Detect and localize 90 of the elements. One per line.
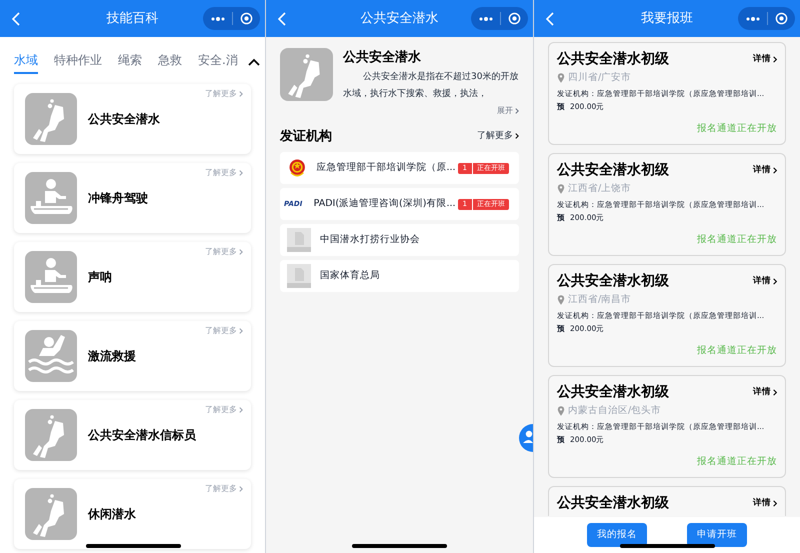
org-name: PADI(派迪管理咨询(深圳)有限... bbox=[314, 196, 456, 211]
category-tab[interactable]: 绳索 bbox=[118, 50, 142, 74]
chevron-icon bbox=[773, 166, 777, 174]
chevron-icon bbox=[239, 170, 243, 176]
page-title: 我要报班 bbox=[641, 10, 693, 26]
chevron-icon bbox=[773, 278, 777, 285]
location-text: 江西省/南昌市 bbox=[568, 293, 632, 307]
course-title: 公共安全潜水初级 bbox=[557, 161, 669, 179]
collapse-caret-icon[interactable] bbox=[248, 58, 260, 66]
chevron-icon bbox=[515, 133, 519, 140]
placeholder-image-icon bbox=[287, 264, 311, 288]
chevron-icon bbox=[515, 108, 519, 114]
enrollment-status: 报名通道正在开放 bbox=[697, 344, 777, 358]
details-link[interactable]: 详情 bbox=[753, 275, 777, 288]
chevron-icon bbox=[773, 500, 777, 507]
action-button[interactable]: 申请开班 bbox=[687, 523, 747, 547]
details-link[interactable]: 详情 bbox=[753, 386, 777, 399]
enrollment-status: 报名通道正在开放 bbox=[697, 232, 777, 247]
more-icon[interactable] bbox=[746, 16, 760, 20]
location-pin-icon bbox=[557, 73, 565, 84]
chevron-icon bbox=[239, 91, 243, 97]
close-icon[interactable] bbox=[508, 12, 521, 25]
skill-title: 公共安全潜水 bbox=[88, 111, 160, 128]
diver-icon bbox=[25, 409, 77, 461]
course-card[interactable]: 公共安全潜水初级 详情 bbox=[548, 486, 786, 516]
skill-title: 激流救援 bbox=[88, 348, 136, 365]
location-text: 四川省/广安市 bbox=[568, 71, 632, 85]
org-name: 国家体育总局 bbox=[320, 268, 381, 283]
enrollment-status: 报名通道正在开放 bbox=[697, 454, 777, 469]
org-row[interactable]: 中国潜水打捞行业协会 bbox=[280, 224, 519, 256]
swimmer-icon bbox=[25, 330, 77, 382]
emblem-icon bbox=[288, 157, 306, 179]
details-link[interactable]: 详情 bbox=[753, 53, 777, 66]
chevron-icon bbox=[239, 486, 243, 492]
boat-icon bbox=[25, 172, 77, 224]
description-text: 公共安全潜水是指在不超过30米的开放水域，执行水下搜索、救援，执法， bbox=[343, 70, 519, 100]
skill-title: 声呐 bbox=[88, 269, 112, 286]
floating-contact-icon[interactable] bbox=[517, 424, 533, 452]
more-icon[interactable] bbox=[479, 16, 493, 20]
page-title: 公共安全潜水 bbox=[360, 10, 438, 26]
section-title: 发证机构 bbox=[280, 128, 332, 146]
org-name: 应急管理部干部培训学院（原... bbox=[316, 160, 456, 175]
category-tab[interactable]: 安全.消 bbox=[198, 50, 238, 74]
skill-card[interactable]: 公共安全潜水信标员 了解更多 bbox=[14, 400, 251, 470]
course-title: 公共安全潜水初级 bbox=[557, 494, 669, 512]
chevron-icon bbox=[239, 407, 243, 413]
course-title: 公共安全潜水初级 bbox=[557, 383, 669, 401]
diver-icon bbox=[25, 93, 77, 145]
back-icon[interactable] bbox=[546, 12, 554, 26]
skill-card[interactable]: 声呐 了解更多 bbox=[14, 242, 251, 312]
category-tab[interactable]: 急救 bbox=[158, 50, 182, 74]
skill-title: 休闲潜水 bbox=[88, 506, 136, 523]
location-pin-icon bbox=[557, 406, 565, 416]
category-tab[interactable]: 特种作业 bbox=[54, 50, 102, 74]
action-button[interactable]: 我的报名 bbox=[587, 523, 647, 547]
skill-card[interactable]: 休闲潜水 了解更多 bbox=[14, 479, 251, 549]
course-title: 公共安全潜水初级 bbox=[557, 50, 669, 68]
details-link[interactable]: 详情 bbox=[753, 497, 777, 510]
diver-icon bbox=[25, 488, 77, 540]
skill-title: 冲锋舟驾驶 bbox=[88, 190, 148, 207]
back-icon[interactable] bbox=[278, 12, 286, 26]
learn-more-link[interactable]: 了解更多 bbox=[477, 130, 519, 143]
chevron-icon bbox=[239, 328, 243, 334]
location-text: 内蒙古自治区/包头市 bbox=[568, 404, 662, 418]
location-pin-icon bbox=[557, 184, 565, 194]
org-row[interactable]: 国家体育总局 bbox=[280, 260, 519, 292]
page-title: 技能百科 bbox=[106, 10, 158, 26]
detail-heading: 公共安全潜水 bbox=[343, 48, 422, 67]
more-icon[interactable] bbox=[211, 16, 225, 20]
chevron-icon bbox=[773, 388, 777, 396]
boat-icon bbox=[25, 251, 77, 303]
category-tab[interactable]: 水域 bbox=[14, 50, 38, 74]
close-icon[interactable] bbox=[775, 12, 788, 25]
back-icon[interactable] bbox=[12, 12, 20, 26]
skill-card[interactable]: 公共安全潜水 了解更多 bbox=[14, 84, 251, 154]
enrollment-status: 报名通道正在开放 bbox=[697, 122, 777, 136]
placeholder-image-icon bbox=[287, 228, 311, 252]
location-pin-icon bbox=[557, 295, 565, 306]
chevron-icon bbox=[239, 249, 243, 255]
diver-icon bbox=[280, 48, 333, 101]
location-text: 江西省/上饶市 bbox=[568, 182, 632, 196]
skill-card[interactable]: 冲锋舟驾驶 了解更多 bbox=[14, 163, 251, 233]
chevron-icon bbox=[773, 56, 777, 63]
close-icon[interactable] bbox=[240, 12, 253, 25]
skill-card[interactable]: 激流救援 了解更多 bbox=[14, 321, 251, 391]
expand-link[interactable]: 展开 bbox=[497, 104, 519, 116]
skill-title: 公共安全潜水信标员 bbox=[88, 427, 196, 444]
course-title: 公共安全潜水初级 bbox=[557, 272, 669, 290]
org-name: 中国潜水打捞行业协会 bbox=[320, 232, 421, 247]
details-link[interactable]: 详情 bbox=[753, 164, 777, 177]
